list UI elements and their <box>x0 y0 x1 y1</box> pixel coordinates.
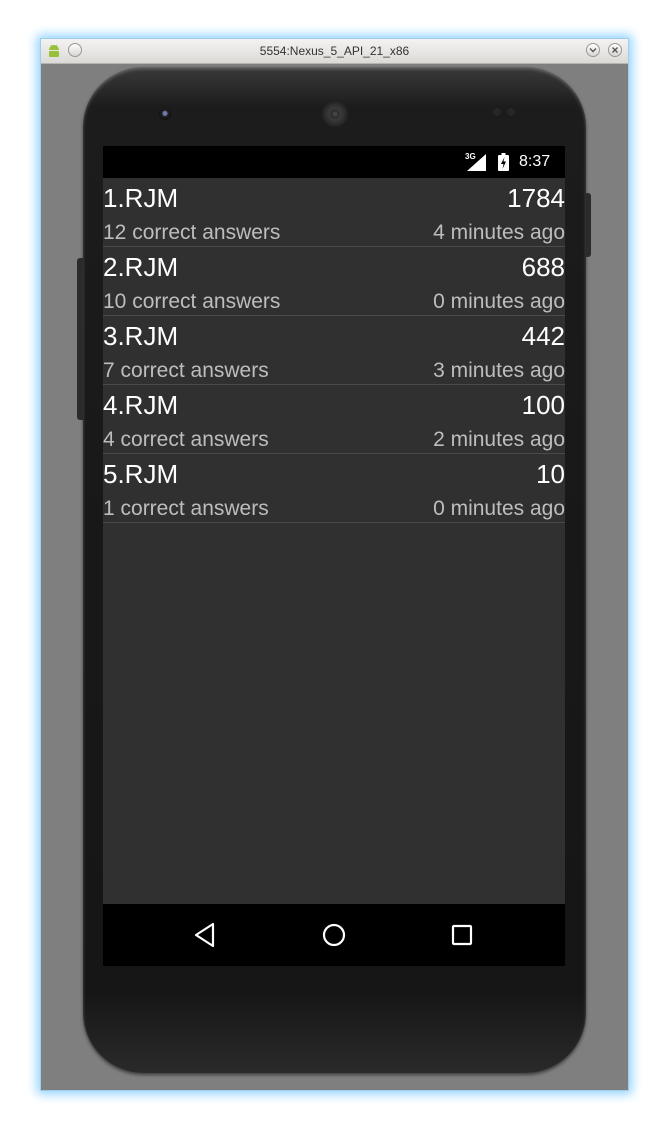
volume-rocker[interactable] <box>77 258 83 420</box>
front-camera <box>159 108 171 120</box>
score-value: 1784 <box>507 183 565 213</box>
player-rank-name: 2.RJM <box>103 252 179 282</box>
earpiece-speaker <box>322 101 348 127</box>
battery-charging-icon <box>498 153 509 171</box>
navigation-bar <box>103 904 565 966</box>
player-rank-name: 3.RJM <box>103 321 179 351</box>
list-item[interactable]: 3.RJM 442 7 correct answers 3 minutes ag… <box>103 316 565 385</box>
timestamp: 4 minutes ago <box>433 221 565 244</box>
close-button[interactable] <box>608 43 622 57</box>
score-value: 10 <box>536 459 565 489</box>
list-item[interactable]: 5.RJM 10 1 correct answers 0 minutes ago <box>103 454 565 523</box>
home-circle-icon[interactable] <box>319 920 349 950</box>
clock: 8:37 <box>519 153 551 170</box>
correct-answers: 7 correct answers <box>103 359 269 382</box>
player-rank-name: 5.RJM <box>103 459 179 489</box>
minimize-button[interactable] <box>586 43 600 57</box>
correct-answers: 10 correct answers <box>103 290 281 313</box>
player-rank-name: 1.RJM <box>103 183 179 213</box>
timestamp: 2 minutes ago <box>433 428 565 451</box>
correct-answers: 12 correct answers <box>103 221 281 244</box>
list-item[interactable]: 1.RJM 1784 12 correct answers 4 minutes … <box>103 178 565 247</box>
timestamp: 3 minutes ago <box>433 359 565 382</box>
signal-icon <box>467 154 486 171</box>
proximity-sensor <box>507 108 515 116</box>
score-value: 688 <box>521 252 565 282</box>
list-item[interactable]: 4.RJM 100 4 correct answers 2 minutes ag… <box>103 385 565 454</box>
correct-answers: 4 correct answers <box>103 428 269 451</box>
device-screen: 3G 8:37 1.RJM 1784 12 correct answers 4 … <box>103 146 565 966</box>
correct-answers: 1 correct answers <box>103 497 269 520</box>
light-sensor <box>493 108 501 116</box>
close-icon <box>612 47 618 53</box>
player-rank-name: 4.RJM <box>103 390 179 420</box>
score-value: 100 <box>521 390 565 420</box>
window-titlebar[interactable]: 5554:Nexus_5_API_21_x86 <box>41 39 628 64</box>
list-item[interactable]: 2.RJM 688 10 correct answers 0 minutes a… <box>103 247 565 316</box>
window-title: 5554:Nexus_5_API_21_x86 <box>259 44 410 58</box>
recents-square-icon[interactable] <box>447 920 477 950</box>
timestamp: 0 minutes ago <box>433 497 565 520</box>
chevron-down-icon <box>589 48 597 53</box>
high-score-list: 1.RJM 1784 12 correct answers 4 minutes … <box>103 178 565 523</box>
back-triangle-icon[interactable] <box>191 920 221 950</box>
status-bar: 3G 8:37 <box>103 146 565 178</box>
power-button[interactable] <box>586 193 591 257</box>
score-value: 442 <box>521 321 565 351</box>
timestamp: 0 minutes ago <box>433 290 565 313</box>
